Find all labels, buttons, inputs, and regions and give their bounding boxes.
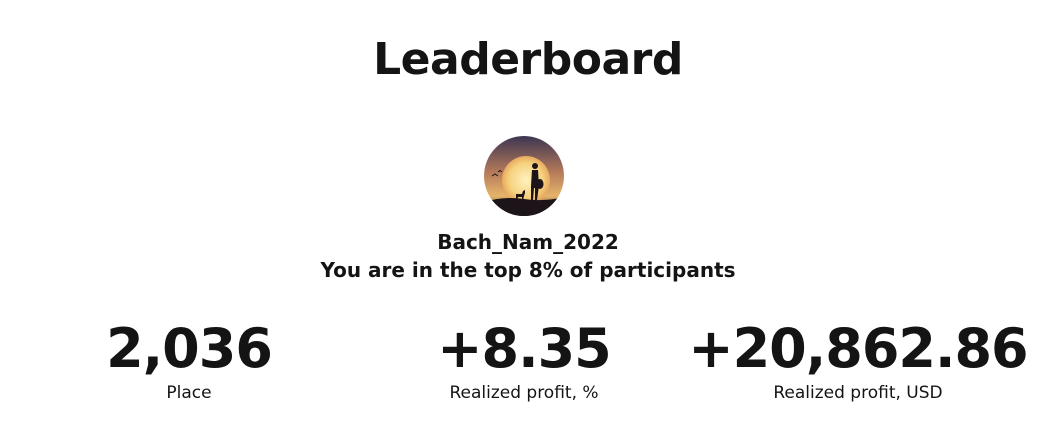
stat-realized-profit-percent: +8.35 Realized profit, % xyxy=(354,318,694,406)
stat-value: +20,862.86 xyxy=(688,317,1028,380)
stat-value: +8.35 xyxy=(437,317,611,380)
avatar-silhouette-icon xyxy=(484,136,564,216)
username: Bach_Nam_2022 xyxy=(437,230,619,254)
rank-note: You are in the top 8% of participants xyxy=(320,258,736,282)
page-title: Leaderboard xyxy=(373,34,683,85)
stat-label: Realized profit, USD xyxy=(773,383,943,403)
stat-value: 2,036 xyxy=(106,317,273,380)
stat-label: Place xyxy=(166,383,212,403)
avatar xyxy=(484,136,564,216)
stat-place: 2,036 Place xyxy=(19,318,359,406)
stat-label: Realized profit, % xyxy=(449,383,599,403)
stat-realized-profit-usd: +20,862.86 Realized profit, USD xyxy=(688,318,1028,406)
